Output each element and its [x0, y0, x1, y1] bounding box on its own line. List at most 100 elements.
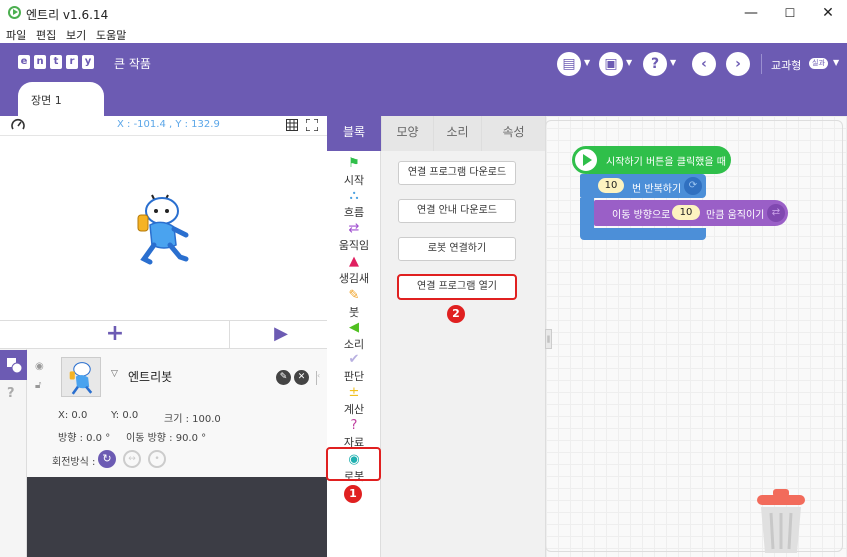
object-move-direction: 이동 방향 : 90.0 °: [126, 433, 207, 444]
workspace-resize-handle[interactable]: ‖: [545, 329, 552, 349]
expand-triangle-icon[interactable]: ▽: [111, 369, 118, 379]
speaker-icon: ◀: [349, 320, 359, 335]
tab-sounds[interactable]: 소리: [433, 116, 481, 151]
category-calc[interactable]: ± 계산: [327, 385, 381, 417]
chevron-down-icon[interactable]: ▼: [626, 58, 632, 67]
question-icon[interactable]: ?: [7, 386, 15, 401]
undo-icon[interactable]: ‹: [692, 52, 716, 76]
tab-blocks[interactable]: 블록: [327, 116, 381, 151]
menu-view[interactable]: 보기: [66, 27, 86, 43]
scene-tab-label: 장면 1: [31, 94, 62, 107]
add-object-button[interactable]: +: [100, 323, 130, 345]
move-arrows-icon: ⇄: [767, 204, 785, 222]
flag-icon: ⚑: [348, 156, 360, 171]
chevron-down-icon[interactable]: ▼: [584, 58, 590, 67]
step-badge-1: 1: [344, 485, 362, 503]
header-bar: [0, 43, 847, 116]
menu-bar: 파일 편집 보기 도움말: [0, 27, 847, 43]
help-icon[interactable]: ?: [643, 52, 667, 76]
object-name[interactable]: 엔트리봇: [128, 368, 172, 385]
shapes-icon: ▲: [349, 254, 359, 269]
project-title[interactable]: 큰 작품: [114, 55, 151, 72]
close-button[interactable]: ✕: [818, 4, 838, 22]
chevron-down-icon[interactable]: ▼: [833, 58, 839, 67]
menu-edit[interactable]: 편집: [36, 27, 56, 43]
tab-shapes[interactable]: 모양: [381, 116, 433, 151]
run-button[interactable]: ▶: [266, 323, 296, 345]
object-x: X: 0.0: [58, 410, 88, 421]
chevron-down-icon[interactable]: ▼: [670, 58, 676, 67]
user-badge: 실과: [809, 58, 828, 69]
logo-letter: r: [66, 55, 78, 69]
delete-icon[interactable]: ✕: [294, 370, 309, 385]
object-size: 크기 : 100.0: [164, 414, 221, 425]
save-icon[interactable]: ▣: [599, 52, 623, 76]
category-motion[interactable]: ⇄ 움직임: [327, 221, 381, 253]
menu-help[interactable]: 도움말: [96, 27, 126, 43]
tab-properties[interactable]: 속성: [481, 116, 545, 151]
category-sound[interactable]: ◀ 소리: [327, 320, 381, 352]
repeat-count-input[interactable]: 10: [598, 178, 624, 193]
entry-app-icon: [8, 6, 21, 19]
rotate-horizontal-icon[interactable]: ↔: [123, 450, 141, 468]
redo-icon[interactable]: ›: [726, 52, 750, 76]
lock-icon[interactable]: 🔓︎: [35, 380, 41, 391]
coordinate-readout: X : -101.4 , Y : 132.9: [117, 119, 220, 130]
category-judgement[interactable]: ✔ 판단: [327, 352, 381, 384]
maximize-button[interactable]: ☐: [780, 4, 800, 22]
logo-letter: n: [34, 55, 46, 69]
stage-canvas[interactable]: [2, 137, 325, 320]
logo-letter: e: [18, 55, 30, 69]
start-block-label: 시작하기 버튼을 클릭했을 때: [606, 157, 726, 168]
window-title: 엔트리 v1.6.14: [26, 8, 109, 22]
eye-icon[interactable]: ◉: [35, 361, 44, 372]
user-label[interactable]: 교과형: [771, 57, 801, 73]
fullscreen-icon[interactable]: [305, 118, 319, 132]
object-sidebar: [0, 349, 27, 557]
object-list-area: [27, 477, 327, 557]
grid-icon[interactable]: [286, 119, 298, 131]
entrybot-sprite[interactable]: [130, 189, 194, 267]
move-block-prefix: 이동 방향으로: [612, 210, 671, 221]
brush-icon: ✎: [348, 288, 360, 303]
panel-handle-icon[interactable]: ‹: [316, 371, 327, 385]
category-brush[interactable]: ✎ 붓: [327, 288, 381, 320]
rotate-free-icon[interactable]: ↻: [98, 450, 116, 468]
category-looks[interactable]: ▲ 생김새: [327, 254, 381, 286]
title-bar: 엔트리 v1.6.14 — ☐ ✕: [0, 0, 847, 27]
menu-file[interactable]: 파일: [6, 27, 26, 43]
header-divider: [761, 54, 762, 74]
object-y: Y: 0.0: [111, 410, 139, 421]
logo-letter: t: [50, 55, 62, 69]
rotation-label: 회전방식 :: [52, 457, 96, 468]
object-thumbnail[interactable]: [61, 357, 101, 397]
logo-letter: y: [82, 55, 94, 69]
question-icon: ?: [350, 418, 358, 433]
open-program-highlight: [397, 274, 517, 300]
check-icon: ✔: [348, 352, 360, 367]
new-file-icon[interactable]: ▤: [557, 52, 581, 76]
repeat-block-side: [580, 198, 594, 228]
repeat-block-label: 번 반복하기: [632, 184, 682, 195]
move-value-input[interactable]: 10: [672, 205, 700, 220]
connect-robot-button[interactable]: 로봇 연결하기: [398, 237, 516, 261]
calc-icon: ±: [348, 385, 360, 400]
step-badge-2: 2: [447, 305, 465, 323]
category-data[interactable]: ? 자료: [327, 418, 381, 450]
trash-icon[interactable]: [755, 487, 807, 553]
category-flow[interactable]: ⛬ 흐름: [327, 188, 381, 220]
repeat-block-bottom: [580, 228, 706, 240]
category-start[interactable]: ⚑ 시작: [327, 156, 381, 188]
scene-tab[interactable]: 장면 1: [18, 82, 104, 116]
stage-controls-divider: [229, 321, 230, 348]
robot-category-highlight: [326, 447, 381, 481]
play-icon: [572, 146, 600, 174]
download-program-button[interactable]: 연결 프로그램 다운로드: [398, 161, 516, 185]
minimize-button[interactable]: —: [741, 4, 761, 22]
object-direction: 방향 : 0.0 °: [58, 433, 111, 444]
download-guide-button[interactable]: 연결 안내 다운로드: [398, 199, 516, 223]
object-tab[interactable]: [0, 350, 27, 380]
rotate-none-icon[interactable]: •: [148, 450, 166, 468]
edit-icon[interactable]: ✎: [276, 370, 291, 385]
speed-gauge-icon[interactable]: [11, 118, 25, 131]
